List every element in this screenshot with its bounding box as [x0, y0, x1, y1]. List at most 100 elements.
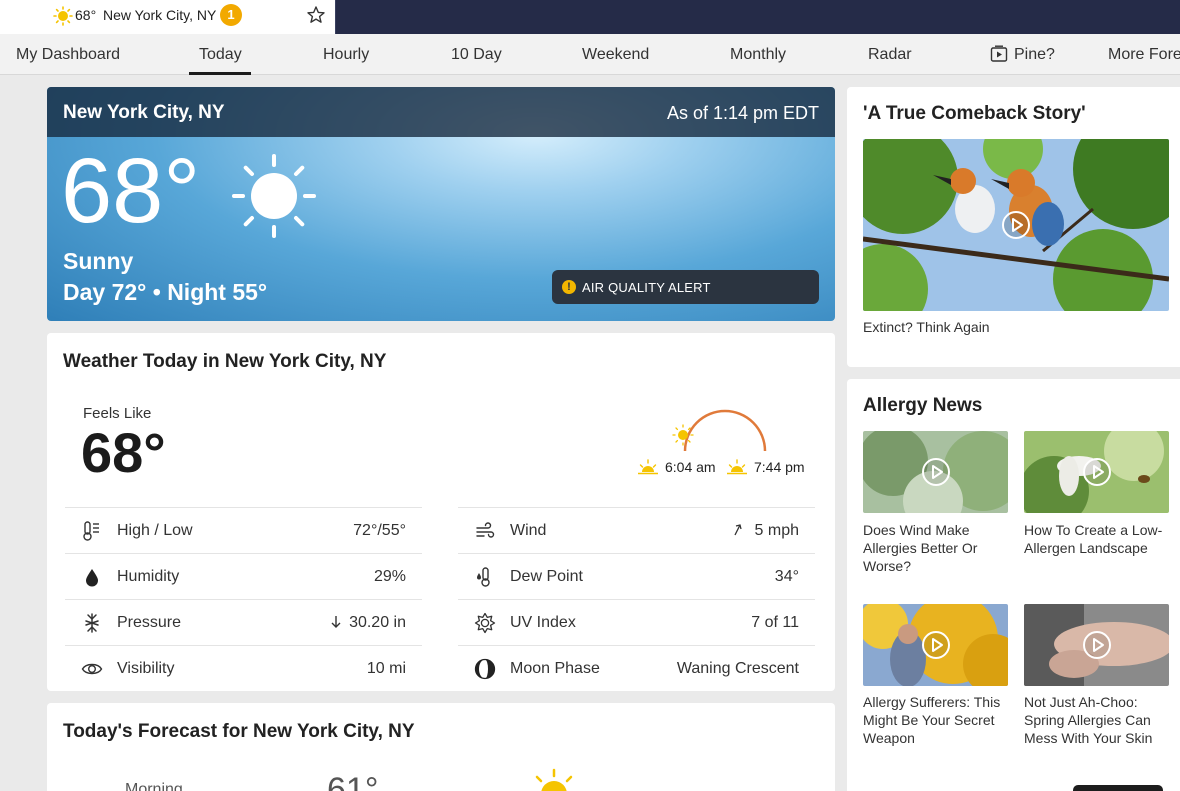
- allergy-news-title: Allergy News: [863, 395, 983, 416]
- nav-pine[interactable]: Pine?: [1014, 46, 1055, 64]
- weather-today-card: Weather Today in New York City, NY Feels…: [47, 333, 835, 691]
- play-icon[interactable]: [921, 630, 951, 660]
- sunset-time: 7:44 pm: [754, 459, 805, 475]
- nav-weekend[interactable]: Weekend: [582, 46, 649, 64]
- featured-video-caption[interactable]: Extinct? Think Again: [863, 319, 990, 335]
- current-conditions-header: New York City, NY As of 1:14 pm EDT: [47, 87, 835, 137]
- nav-radar[interactable]: Radar: [868, 46, 912, 64]
- current-city: New York City, NY: [63, 102, 225, 123]
- detail-row-wind: Wind 5 mph: [458, 507, 815, 553]
- detail-row-visibility: Visibility 10 mi: [65, 645, 422, 691]
- weather-today-title: Weather Today in New York City, NY: [63, 351, 387, 372]
- sunset-icon: [727, 459, 747, 475]
- eye-icon: [81, 663, 103, 675]
- detail-label: UV Index: [510, 614, 576, 631]
- detail-label: Humidity: [117, 568, 180, 585]
- detail-value: 29%: [373, 568, 406, 585]
- featured-video-title[interactable]: 'A True Comeback Story': [863, 103, 1086, 125]
- allergy-video-caption[interactable]: Allergy Sufferers: This Might Be Your Se…: [863, 693, 1011, 747]
- nav-today[interactable]: Today: [199, 46, 242, 64]
- detail-label: Visibility: [117, 660, 175, 677]
- featured-video-thumbnail[interactable]: [863, 139, 1169, 311]
- sunrise-time: 6:04 am: [665, 459, 716, 475]
- location-tab-city: New York City, NY: [103, 7, 217, 23]
- pressure-icon: [85, 613, 99, 633]
- location-tab[interactable]: 68° New York City, NY 1: [0, 0, 336, 34]
- forecast-morning-label: Morning: [125, 781, 183, 791]
- humidity-drop-icon: [86, 569, 98, 587]
- nav-monthly[interactable]: Monthly: [730, 46, 786, 64]
- allergy-news-card: Allergy News Does Wind Make Allergies Be…: [847, 379, 1180, 791]
- nav-my-dashboard[interactable]: My Dashboard: [16, 46, 120, 64]
- allergy-video-thumbnail[interactable]: [1024, 604, 1169, 686]
- uv-sun-icon: [474, 612, 496, 634]
- todays-forecast-card: Today's Forecast for New York City, NY M…: [47, 703, 835, 791]
- todays-forecast-title: Today's Forecast for New York City, NY: [63, 721, 415, 742]
- detail-value: 5 mph: [754, 522, 799, 539]
- sun-icon: [53, 6, 73, 26]
- detail-label: Moon Phase: [510, 660, 600, 677]
- nav-hourly[interactable]: Hourly: [323, 46, 369, 64]
- allergy-video-caption[interactable]: How To Create a Low-Allergen Landscape: [1024, 521, 1172, 557]
- detail-label: High / Low: [117, 522, 193, 539]
- nav-10-day[interactable]: 10 Day: [451, 46, 502, 64]
- allergy-video-caption[interactable]: Does Wind Make Allergies Better Or Worse…: [863, 521, 1011, 575]
- forecast-morning-temp: 61°: [327, 771, 379, 791]
- detail-value: 10 mi: [366, 660, 406, 677]
- detail-label: Pressure: [117, 614, 182, 631]
- moon-phase-icon: [474, 658, 496, 680]
- detail-row-moon-phase: Moon Phase Waning Crescent: [458, 645, 815, 691]
- nav-more-forecasts[interactable]: More Fore: [1108, 46, 1180, 64]
- location-tab-temp: 68°: [75, 7, 97, 23]
- sunny-icon: [232, 154, 316, 238]
- day-night-temps: Day 72° • Night 55°: [63, 279, 268, 305]
- video-play-icon: [990, 45, 1008, 62]
- detail-label: Wind: [510, 522, 547, 539]
- allergy-video-thumbnail[interactable]: [863, 604, 1008, 686]
- allergy-video-caption[interactable]: Not Just Ah-Choo: Spring Allergies Can M…: [1024, 693, 1172, 747]
- as-of-time: As of 1:14 pm EDT: [666, 103, 819, 123]
- current-conditions-card: New York City, NY As of 1:14 pm EDT 68° …: [47, 87, 835, 321]
- detail-row-pressure: Pressure 30.20 in: [65, 599, 422, 645]
- detail-value: 30.20 in: [349, 614, 406, 631]
- detail-row-uv-index: UV Index 7 of 11: [458, 599, 815, 645]
- allergy-video-thumbnail[interactable]: [1024, 431, 1169, 513]
- floating-button[interactable]: [1073, 785, 1163, 791]
- detail-row-high-low: High / Low 72°/55°: [65, 507, 422, 553]
- play-icon[interactable]: [1001, 210, 1031, 240]
- top-bar: 68° New York City, NY 1: [0, 0, 1180, 34]
- current-temperature: 68°: [61, 140, 201, 242]
- weather-phrase: Sunny: [63, 248, 134, 274]
- detail-label: Dew Point: [510, 568, 583, 585]
- thermometer-icon: [83, 521, 99, 541]
- allergy-video-thumbnail[interactable]: [863, 431, 1008, 513]
- detail-value: Waning Crescent: [676, 660, 799, 677]
- sunrise-icon: [638, 459, 658, 475]
- play-icon[interactable]: [1082, 630, 1112, 660]
- wind-icon: [476, 522, 495, 538]
- detail-value: 34°: [774, 568, 799, 585]
- nav-active-indicator: [189, 72, 251, 75]
- detail-value: 72°/55°: [353, 522, 406, 539]
- featured-video-card: 'A True Comeback Story' Extinct? Think A…: [847, 87, 1180, 367]
- detail-row-dew-point: Dew Point 34°: [458, 553, 815, 599]
- detail-value: 7 of 11: [751, 614, 799, 631]
- forecast-sun-icon: [535, 768, 573, 791]
- dew-point-icon: [477, 567, 490, 587]
- notification-badge[interactable]: 1: [220, 4, 242, 26]
- detail-row-humidity: Humidity 29%: [65, 553, 422, 599]
- play-icon[interactable]: [1082, 457, 1112, 487]
- play-icon[interactable]: [921, 457, 951, 487]
- alert-icon: !: [562, 280, 576, 294]
- nav-bar: My Dashboard Today Hourly 10 Day Weekend…: [0, 34, 1180, 75]
- feels-like-value: 68°: [81, 421, 166, 484]
- star-icon[interactable]: [306, 5, 326, 25]
- detail-value-wrap: 5 mph: [731, 522, 799, 540]
- air-quality-alert-button[interactable]: ! AIR QUALITY ALERT: [552, 270, 819, 304]
- detail-value-wrap: 30.20 in: [329, 614, 406, 632]
- wind-direction-icon: [733, 524, 742, 536]
- feels-like-label: Feels Like: [83, 405, 152, 422]
- sun-arc-icon: [672, 409, 767, 452]
- air-quality-alert-label: AIR QUALITY ALERT: [582, 280, 711, 295]
- arrow-down-icon: [331, 616, 341, 628]
